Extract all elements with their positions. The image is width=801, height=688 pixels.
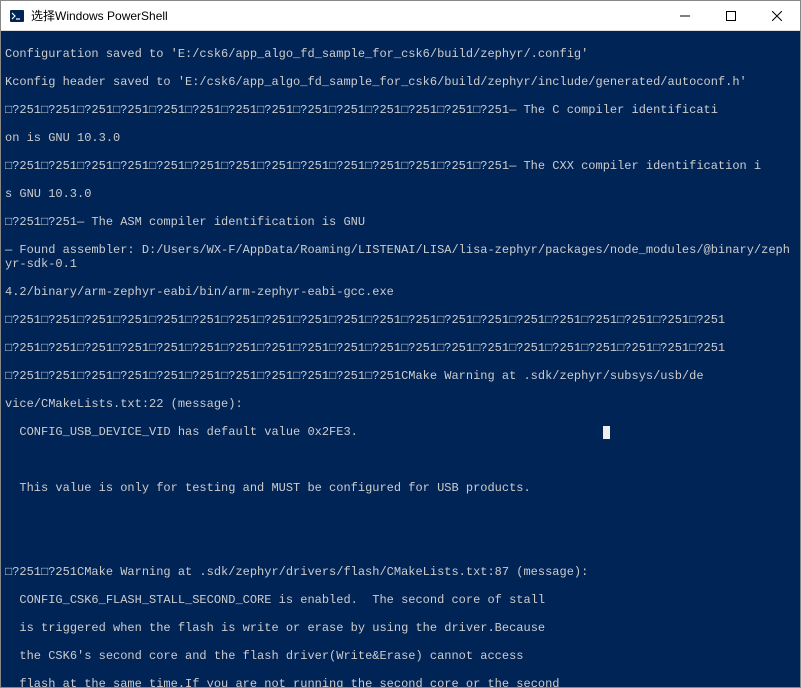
output-line: This value is only for testing and MUST … [5,481,796,495]
output-line: CONFIG_CSK6_FLASH_STALL_SECOND_CORE is e… [5,593,796,607]
window-title: 选择Windows PowerShell [31,7,662,24]
output-line: □?251□?251□?251□?251□?251□?251□?251□?251… [5,313,796,327]
output-line: s GNU 10.3.0 [5,187,796,201]
output-line: 4.2/binary/arm-zephyr-eabi/bin/arm-zephy… [5,285,796,299]
output-line [5,453,796,467]
powershell-icon [9,8,25,24]
maximize-button[interactable] [708,1,754,30]
output-line: □?251□?251□?251□?251□?251□?251□?251□?251… [5,103,796,117]
terminal-output[interactable]: Configuration saved to 'E:/csk6/app_algo… [1,31,800,687]
minimize-button[interactable] [662,1,708,30]
output-line: □?251□?251□?251□?251□?251□?251□?251□?251… [5,159,796,173]
output-line [5,509,796,523]
output-line: □?251□?251CMake Warning at .sdk/zephyr/d… [5,565,796,579]
output-line: Kconfig header saved to 'E:/csk6/app_alg… [5,75,796,89]
output-line: □?251□?251□?251□?251□?251□?251□?251□?251… [5,369,796,383]
output-line: is triggered when the flash is write or … [5,621,796,635]
output-line: — Found assembler: D:/Users/WX-F/AppData… [5,243,796,271]
output-line: vice/CMakeLists.txt:22 (message): [5,397,796,411]
output-line [5,537,796,551]
window-controls [662,1,800,30]
output-line: CONFIG_USB_DEVICE_VID has default value … [5,425,796,439]
output-line: □?251□?251□?251□?251□?251□?251□?251□?251… [5,341,796,355]
titlebar[interactable]: 选择Windows PowerShell [1,1,800,31]
output-line: on is GNU 10.3.0 [5,131,796,145]
powershell-window: 选择Windows PowerShell Configuration saved… [0,0,801,688]
close-button[interactable] [754,1,800,30]
output-line: Configuration saved to 'E:/csk6/app_algo… [5,47,796,61]
output-line: the CSK6's second core and the flash dri… [5,649,796,663]
text-cursor-icon [603,426,610,439]
output-line: flash at the same time.If you are not ru… [5,677,796,687]
output-line: □?251□?251— The ASM compiler identificat… [5,215,796,229]
